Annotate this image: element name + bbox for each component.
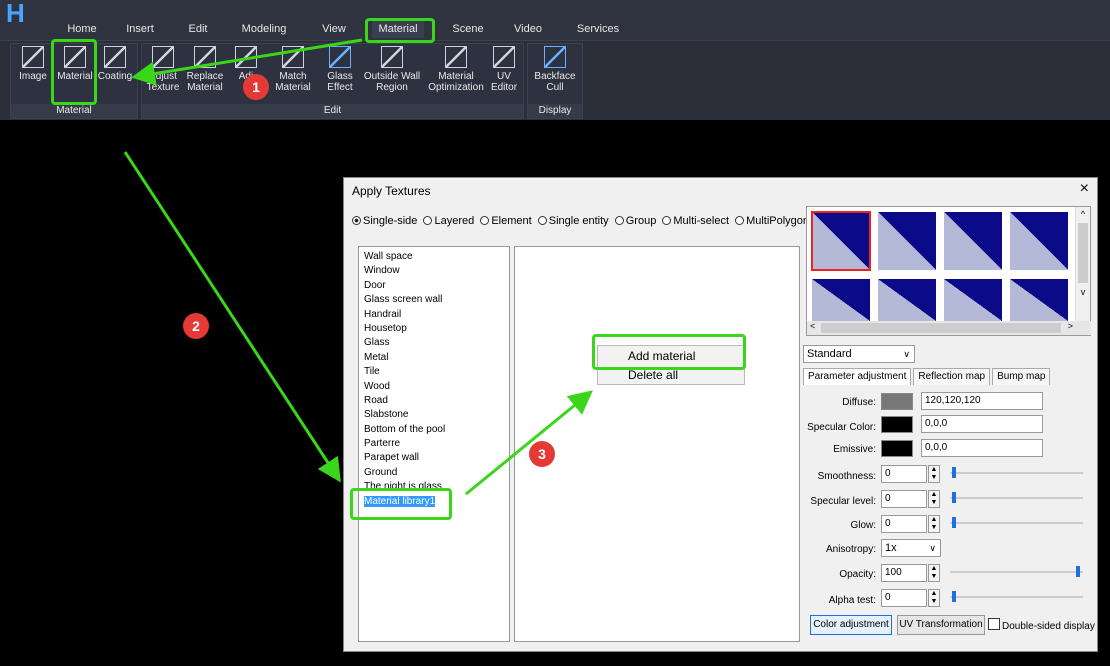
arrow-2 [123,151,341,483]
arrow-3 [465,390,593,496]
arrow-1 [131,38,363,86]
step-badge-1: 1 [243,74,269,100]
annotation-arrows [123,38,593,496]
step-badge-3: 3 [529,441,555,467]
step-badge-2: 2 [183,313,209,339]
